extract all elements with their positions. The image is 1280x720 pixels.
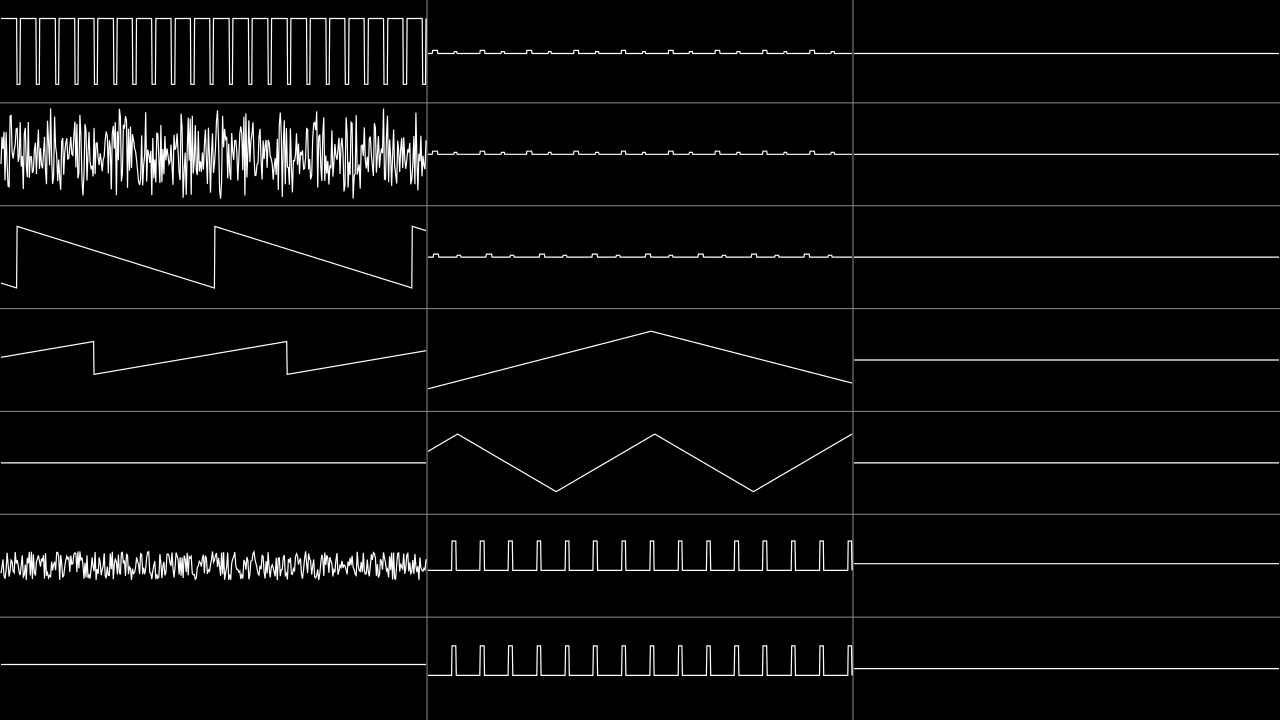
- oscilloscope-view: [0, 0, 1280, 720]
